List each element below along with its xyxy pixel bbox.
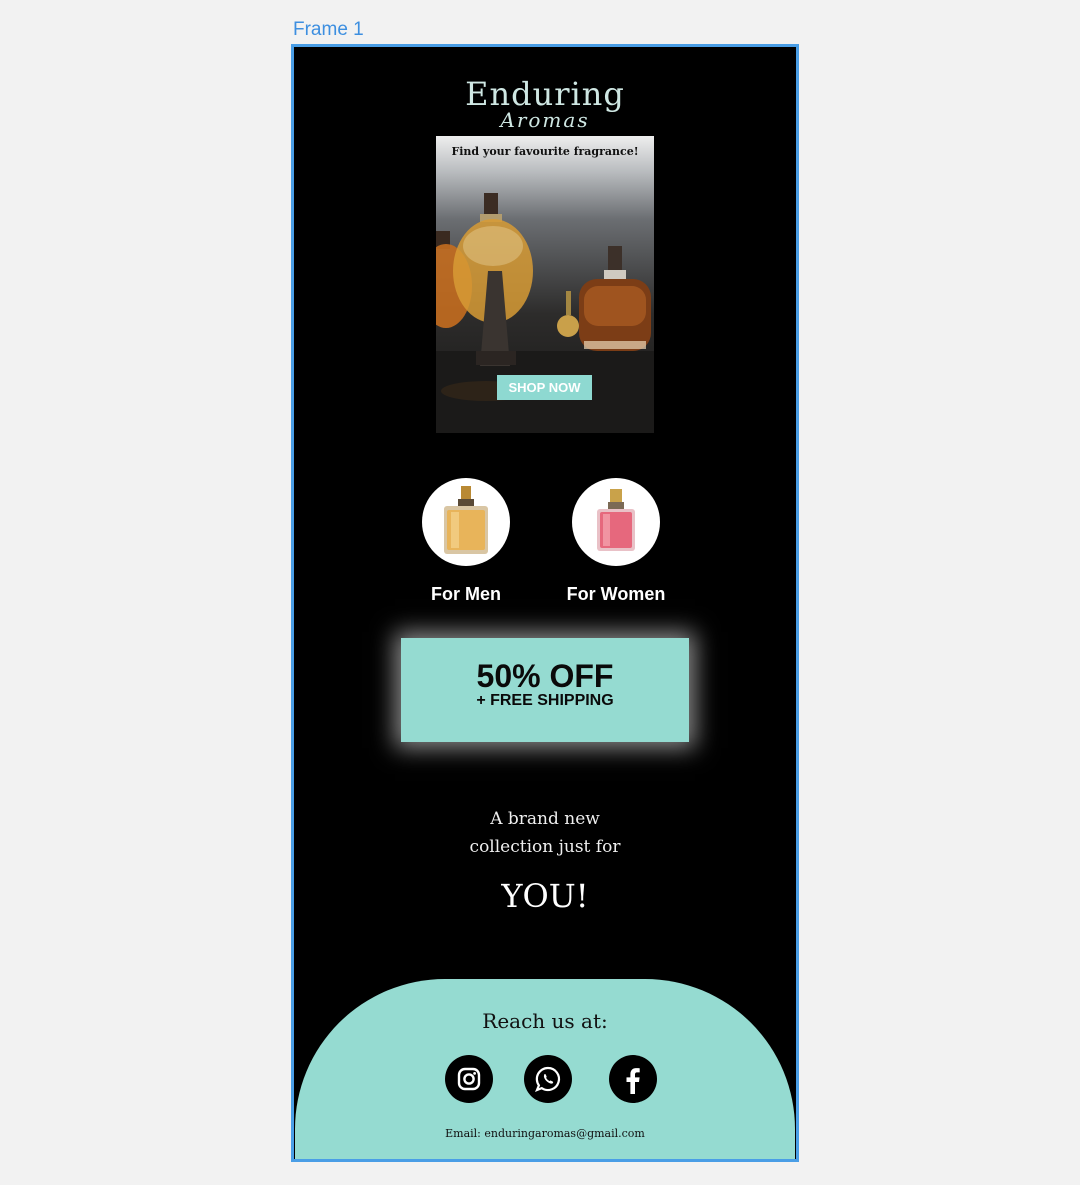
- logo-line-2: Aromas: [500, 108, 590, 132]
- reach-us-heading: Reach us at:: [482, 1009, 608, 1033]
- category-women-label[interactable]: For Women: [536, 584, 696, 605]
- discount-headline: 50% OFF: [476, 658, 614, 694]
- perfume-bottle-icon: [444, 486, 488, 554]
- discount-banner[interactable]: 50% OFF + FREE SHIPPING: [401, 638, 689, 742]
- facebook-icon[interactable]: [609, 1055, 657, 1103]
- contact-email[interactable]: Email: enduringaromas@gmail.com: [295, 1127, 795, 1140]
- instagram-icon[interactable]: [445, 1055, 493, 1103]
- category-men-label[interactable]: For Men: [386, 584, 546, 605]
- whatsapp-glyph: [534, 1066, 561, 1092]
- men-perfume-thumbnail[interactable]: [422, 478, 510, 566]
- brand-logo: Enduring Aromas: [294, 75, 796, 132]
- category-men[interactable]: For Men: [386, 478, 546, 605]
- logo-line-1: Enduring: [465, 75, 625, 113]
- email-frame[interactable]: Enduring Aromas Find your favourite frag…: [291, 44, 799, 1162]
- whatsapp-icon[interactable]: [524, 1055, 572, 1103]
- tagline-you: YOU!: [501, 877, 589, 915]
- contact-footer: Reach us at: Email: enduringaromas@gmail…: [295, 979, 795, 1159]
- tagline-line-2: collection just for: [469, 837, 621, 857]
- perfume-bottle-icon: [597, 489, 635, 551]
- category-women[interactable]: For Women: [536, 478, 696, 605]
- hero-caption: Find your favourite fragrance!: [451, 145, 639, 158]
- free-shipping-text: + FREE SHIPPING: [476, 692, 614, 709]
- instagram-glyph: [457, 1067, 481, 1091]
- shop-now-button[interactable]: SHOP NOW: [497, 375, 592, 400]
- tagline-line-1: A brand new: [490, 809, 600, 829]
- hero-banner: Find your favourite fragrance! SHOP NOW: [436, 136, 654, 433]
- facebook-glyph: [626, 1068, 640, 1094]
- women-perfume-thumbnail[interactable]: [572, 478, 660, 566]
- frame-label[interactable]: Frame 1: [293, 19, 364, 41]
